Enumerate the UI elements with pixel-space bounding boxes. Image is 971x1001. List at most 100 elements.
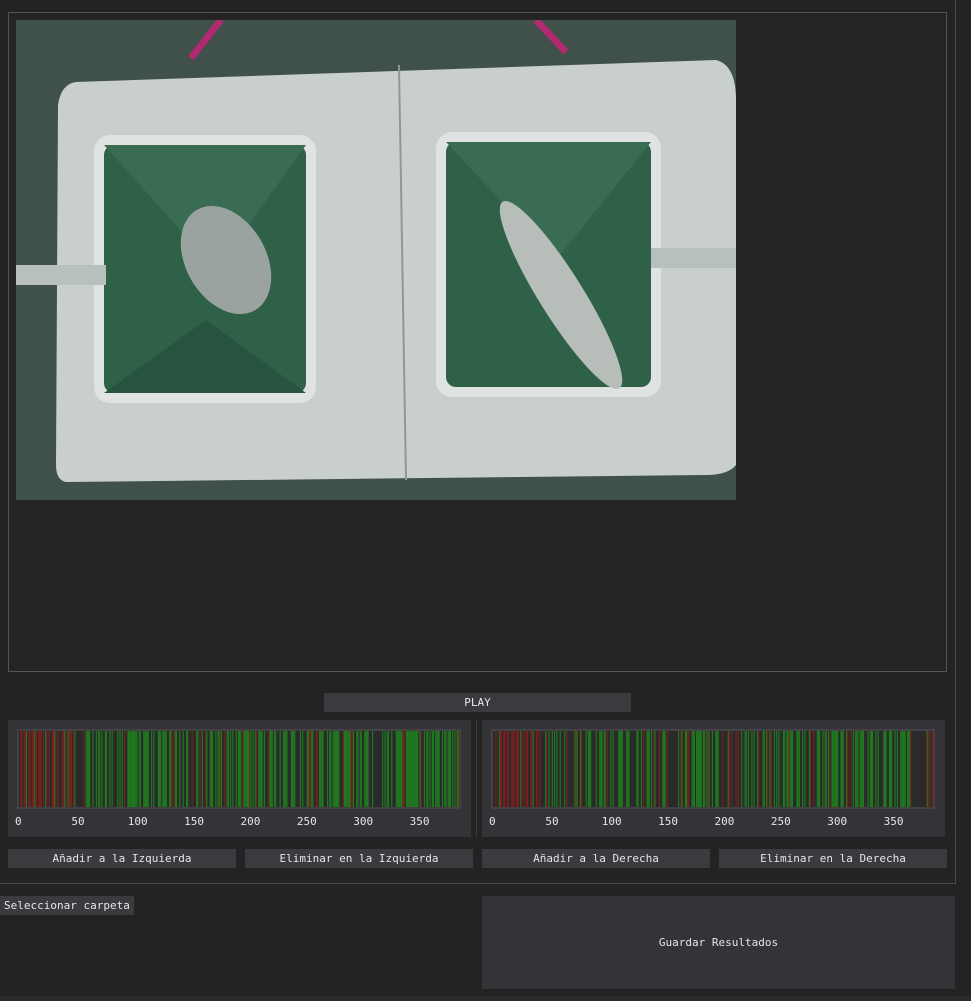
left-timeline-frame-bar [402, 731, 404, 807]
right-timeline-frame-bar [612, 731, 614, 807]
left-timeline-frame-bar [397, 731, 400, 807]
left-timeline-frame-bar [268, 731, 270, 807]
right-timeline-frame-bar [702, 731, 704, 807]
left-timeline-frame-bar [346, 731, 348, 807]
left-timeline-frame-bar [286, 731, 288, 807]
right-timeline-frame-bar [574, 731, 576, 807]
left-timeline-frame-bar [31, 731, 33, 807]
right-timeline-frame-bar [767, 731, 769, 807]
left-timeline-frame-bar [284, 731, 286, 807]
right-timeline-frame-bar [787, 731, 789, 807]
right-timeline-frame-bar [513, 731, 515, 807]
left-timeline-frame-bar [360, 731, 362, 807]
right-timeline-frame-bar [680, 731, 682, 807]
video-image [16, 20, 736, 500]
right-timeline-frame-bar [620, 731, 622, 807]
right-timeline-frame-bar [900, 731, 902, 807]
right-timeline-frame-bar [628, 731, 630, 807]
right-timeline-frame-bar [765, 731, 768, 807]
left-timeline-frame-bar [269, 731, 271, 807]
play-button[interactable]: PLAY [324, 693, 631, 712]
right-timeline-frame-bar [791, 731, 794, 807]
right-timeline-frame-bar [871, 731, 874, 807]
main-panel: PLAY 0 50 100 150 200 250 300 350 0 50 100 150 200 2… [0, 0, 956, 884]
left-timeline-frame-bar [366, 731, 368, 807]
right-timeline-frame-bar [637, 731, 639, 807]
right-timeline-chart[interactable]: 0 50 100 150 200 250 300 350 [482, 720, 945, 837]
right-timeline-frame-bar [516, 731, 518, 807]
left-timeline-frame-bar [441, 731, 444, 807]
left-timeline-frame-bar [157, 731, 159, 807]
right-timeline-frame-bar [829, 731, 831, 807]
left-timeline-frame-bar [68, 731, 70, 807]
left-timeline-frame-bar [315, 731, 317, 807]
left-timeline-frame-bar [33, 731, 35, 807]
left-timeline-frame-bar [275, 731, 277, 807]
save-results-button[interactable]: Guardar Resultados [482, 896, 955, 989]
right-timeline-frame-bar [786, 731, 788, 807]
right-timeline-frame-bar [927, 731, 929, 807]
right-timeline-frame-bar [640, 731, 642, 807]
left-timeline-frame-bar [456, 731, 458, 807]
right-timeline-frame-bar [788, 731, 790, 807]
left-timeline-frame-bar [330, 731, 332, 807]
add-left-button[interactable]: Añadir a la Izquierda [8, 849, 236, 868]
select-folder-button[interactable]: Seleccionar carpeta [0, 896, 134, 915]
left-timeline-frame-bar [407, 731, 409, 807]
left-timeline-frame-bar [263, 731, 265, 807]
right-timeline-panel[interactable]: 0 50 100 150 200 250 300 350 [482, 720, 945, 837]
right-timeline-frame-bar [548, 731, 550, 807]
left-timeline-frame-bar [431, 731, 433, 807]
right-timeline-frame-bar [544, 731, 547, 807]
right-timeline-frame-bar [588, 731, 591, 807]
left-timeline-panel[interactable]: 0 50 100 150 200 250 300 350 [8, 720, 471, 837]
left-timeline-frame-bar [348, 731, 350, 807]
remove-right-button[interactable]: Eliminar en la Derecha [719, 849, 947, 868]
left-timeline-frame-bar [147, 731, 149, 807]
right-timeline-frame-bar [691, 731, 693, 807]
left-timeline-frame-bar [119, 731, 121, 807]
right-timeline-frame-bar [798, 731, 800, 807]
right-timeline-frame-bar [804, 731, 806, 807]
right-timeline-frame-bar [728, 731, 730, 807]
left-timeline-frame-bar [419, 731, 421, 807]
right-timeline-frame-bar [894, 731, 896, 807]
left-timeline-frame-bar [224, 731, 226, 807]
right-timeline-frame-bar [762, 731, 764, 807]
left-timeline-frame-bar [316, 731, 318, 807]
left-timeline-frame-bar [399, 731, 401, 807]
right-timeline-frame-bar [700, 731, 702, 807]
left-timeline-frame-bar [70, 731, 73, 807]
left-timeline-tick-label: 0 [15, 815, 22, 828]
left-timeline-frame-bar [69, 731, 71, 807]
left-timeline-frame-bar [57, 731, 59, 807]
left-timeline-frame-bar [307, 731, 309, 807]
right-timeline-frame-bar [650, 731, 653, 807]
right-timeline-frame-bar [707, 731, 709, 807]
left-timeline-frame-bar [51, 731, 53, 807]
right-timeline-frame-bar [883, 731, 885, 807]
right-timeline-frame-bar [773, 731, 776, 807]
left-timeline-frame-bar [217, 731, 219, 807]
right-timeline-frame-bar [526, 731, 529, 807]
right-timeline-frame-bar [790, 731, 792, 807]
right-timeline-frame-bar [501, 731, 503, 807]
remove-left-button[interactable]: Eliminar en la Izquierda [245, 849, 473, 868]
left-timeline-frame-bar [261, 731, 263, 807]
right-timeline-frame-bar [696, 731, 698, 807]
left-timeline-chart[interactable]: 0 50 100 150 200 250 300 350 [8, 720, 471, 837]
left-timeline-frame-bar [423, 731, 426, 807]
add-right-button[interactable]: Añadir a la Derecha [482, 849, 710, 868]
left-timeline-frame-bar [432, 731, 435, 807]
right-timeline-frame-bar [904, 731, 906, 807]
right-timeline-frame-bar [507, 731, 509, 807]
left-timeline-frame-bar [352, 731, 355, 807]
left-timeline-frame-bar [416, 731, 418, 807]
left-timeline-frame-bar [387, 731, 389, 807]
left-timeline-frame-bar [293, 731, 295, 807]
left-timeline-frame-bar [344, 731, 347, 807]
right-timeline-frame-bar [504, 731, 506, 807]
right-timeline-frame-bar [867, 731, 869, 807]
right-timeline-frame-bar [512, 731, 514, 807]
right-timeline-frame-bar [756, 731, 759, 807]
